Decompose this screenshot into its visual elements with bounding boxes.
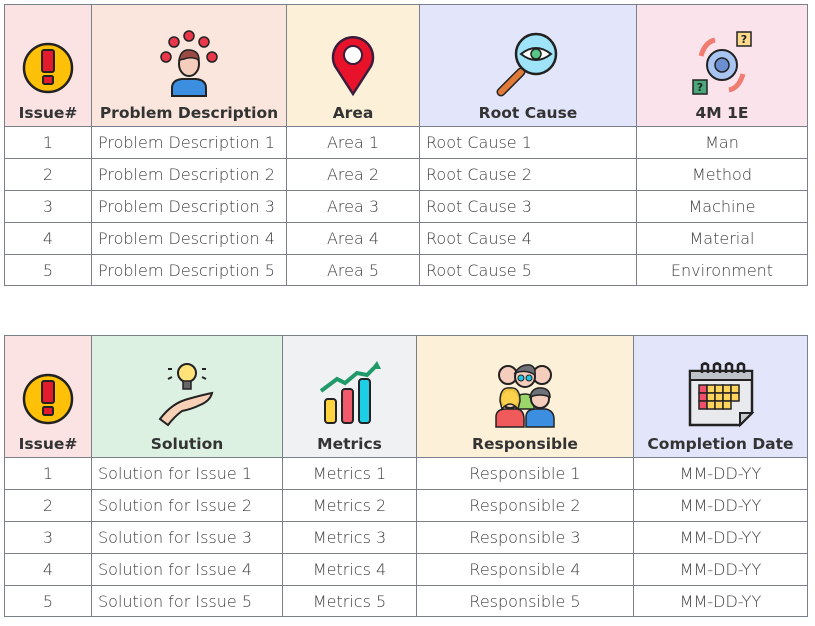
calendar-icon bbox=[688, 362, 754, 428]
cell-issue: 2 bbox=[4, 158, 92, 191]
cell-issue: 3 bbox=[4, 521, 92, 554]
cell-completion-date: MM-DD-YY bbox=[633, 457, 808, 490]
cell-responsible: Responsible 3 bbox=[416, 521, 634, 554]
cell-4m1e: Material bbox=[636, 222, 808, 255]
header-label: Issue# bbox=[18, 435, 78, 453]
cell-root-cause: Root Cause 3 bbox=[419, 190, 637, 223]
cell-root-cause: Root Cause 1 bbox=[419, 126, 637, 159]
table-row: 4 Solution for Issue 4 Metrics 4 Respons… bbox=[4, 553, 808, 586]
header-label: Area bbox=[332, 104, 374, 122]
header-label: Problem Description bbox=[99, 104, 279, 122]
cell-responsible: Responsible 4 bbox=[416, 553, 634, 586]
cell-problem-description: Problem Description 1 bbox=[91, 126, 287, 159]
svg-text:?: ? bbox=[697, 81, 703, 94]
cell-4m1e: Method bbox=[636, 158, 808, 191]
gear-cycle-question-icon: ? ? bbox=[692, 31, 752, 95]
cell-metrics: Metrics 2 bbox=[282, 489, 417, 522]
table-row: 5 Solution for Issue 5 Metrics 5 Respons… bbox=[4, 585, 808, 617]
cell-metrics: Metrics 4 bbox=[282, 553, 417, 586]
header-completion-date: Completion Date bbox=[633, 335, 808, 458]
cell-solution: Solution for Issue 3 bbox=[91, 521, 283, 554]
cell-issue: 5 bbox=[4, 254, 92, 286]
cell-completion-date: MM-DD-YY bbox=[633, 553, 808, 586]
header-problem-description: Problem Description bbox=[91, 4, 287, 127]
cell-issue: 1 bbox=[4, 457, 92, 490]
cell-completion-date: MM-DD-YY bbox=[633, 489, 808, 522]
cell-responsible: Responsible 5 bbox=[416, 585, 634, 617]
table-row: 2 Solution for Issue 2 Metrics 2 Respons… bbox=[4, 489, 808, 522]
cell-4m1e: Machine bbox=[636, 190, 808, 223]
cell-responsible: Responsible 2 bbox=[416, 489, 634, 522]
header-label: 4M 1E bbox=[695, 104, 749, 122]
header-label: Metrics bbox=[317, 435, 382, 453]
cell-4m1e: Man bbox=[636, 126, 808, 159]
cell-area: Area 5 bbox=[286, 254, 420, 286]
cell-metrics: Metrics 3 bbox=[282, 521, 417, 554]
team-people-icon bbox=[495, 364, 555, 428]
cell-issue: 1 bbox=[4, 126, 92, 159]
cell-area: Area 2 bbox=[286, 158, 420, 191]
exclamation-warning-icon bbox=[22, 373, 74, 425]
cell-issue: 4 bbox=[4, 553, 92, 586]
cell-issue: 5 bbox=[4, 585, 92, 617]
header-solution: Solution bbox=[91, 335, 283, 458]
header-row: Issue# Solution Metrics Responsible Comp… bbox=[4, 335, 808, 458]
cell-solution: Solution for Issue 2 bbox=[91, 489, 283, 522]
cell-completion-date: MM-DD-YY bbox=[633, 585, 808, 617]
table-row: 2 Problem Description 2 Area 2 Root Caus… bbox=[4, 158, 808, 191]
header-label: Issue# bbox=[18, 104, 78, 122]
table-row: 1 Solution for Issue 1 Metrics 1 Respons… bbox=[4, 457, 808, 490]
table-row: 1 Problem Description 1 Area 1 Root Caus… bbox=[4, 126, 808, 159]
magnifier-eye-icon bbox=[496, 32, 558, 97]
cell-area: Area 4 bbox=[286, 222, 420, 255]
cell-issue: 3 bbox=[4, 190, 92, 223]
problem-analysis-table: Issue# Problem Description Area Root Cau… bbox=[4, 4, 808, 286]
table-row: 3 Problem Description 3 Area 3 Root Caus… bbox=[4, 190, 808, 223]
cell-solution: Solution for Issue 5 bbox=[91, 585, 283, 617]
header-responsible: Responsible bbox=[416, 335, 634, 458]
header-label: Root Cause bbox=[478, 104, 578, 122]
cell-root-cause: Root Cause 2 bbox=[419, 158, 637, 191]
cell-4m1e: Environment bbox=[636, 254, 808, 286]
location-pin-icon bbox=[331, 36, 375, 97]
table-row: 3 Solution for Issue 3 Metrics 3 Respons… bbox=[4, 521, 808, 554]
cell-area: Area 3 bbox=[286, 190, 420, 223]
lightbulb-hand-icon bbox=[158, 363, 214, 427]
exclamation-warning-icon bbox=[22, 42, 74, 94]
cell-responsible: Responsible 1 bbox=[416, 457, 634, 490]
header-label: Completion Date bbox=[647, 435, 794, 453]
cell-metrics: Metrics 1 bbox=[282, 457, 417, 490]
person-with-problems-icon bbox=[160, 30, 218, 97]
cell-problem-description: Problem Description 4 bbox=[91, 222, 287, 255]
cell-completion-date: MM-DD-YY bbox=[633, 521, 808, 554]
cell-problem-description: Problem Description 5 bbox=[91, 254, 287, 286]
svg-text:?: ? bbox=[741, 33, 747, 46]
header-4m1e: ? ? 4M 1E bbox=[636, 4, 808, 127]
header-root-cause: Root Cause bbox=[419, 4, 637, 127]
header-label: Solution bbox=[150, 435, 224, 453]
cell-issue: 4 bbox=[4, 222, 92, 255]
header-issue: Issue# bbox=[4, 335, 92, 458]
table-row: 5 Problem Description 5 Area 5 Root Caus… bbox=[4, 254, 808, 286]
cell-problem-description: Problem Description 2 bbox=[91, 158, 287, 191]
cell-problem-description: Problem Description 3 bbox=[91, 190, 287, 223]
cell-issue: 2 bbox=[4, 489, 92, 522]
cell-solution: Solution for Issue 1 bbox=[91, 457, 283, 490]
header-row: Issue# Problem Description Area Root Cau… bbox=[4, 4, 808, 127]
header-metrics: Metrics bbox=[282, 335, 417, 458]
cell-solution: Solution for Issue 4 bbox=[91, 553, 283, 586]
solution-plan-table: Issue# Solution Metrics Responsible Comp… bbox=[4, 335, 808, 617]
header-issue: Issue# bbox=[4, 4, 92, 127]
table-row: 4 Problem Description 4 Area 4 Root Caus… bbox=[4, 222, 808, 255]
cell-root-cause: Root Cause 4 bbox=[419, 222, 637, 255]
cell-area: Area 1 bbox=[286, 126, 420, 159]
growth-chart-icon bbox=[319, 361, 381, 424]
header-area: Area bbox=[286, 4, 420, 127]
cell-metrics: Metrics 5 bbox=[282, 585, 417, 617]
cell-root-cause: Root Cause 5 bbox=[419, 254, 637, 286]
header-label: Responsible bbox=[472, 435, 578, 453]
